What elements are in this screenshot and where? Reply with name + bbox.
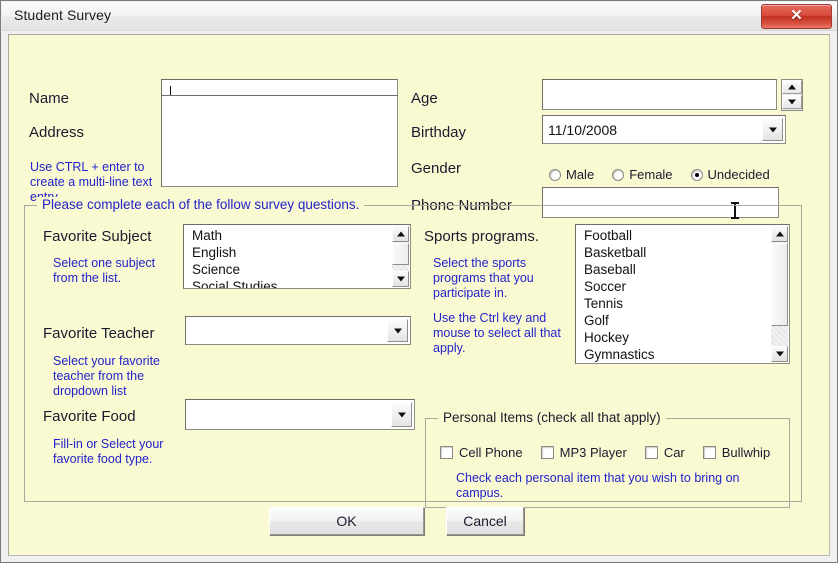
checkbox-label-mp3-player: MP3 Player bbox=[559, 445, 627, 461]
checkbox-label-car: Car bbox=[663, 445, 685, 461]
gender-label: Gender bbox=[411, 160, 462, 177]
favorite-teacher-hint: Select your favorite teacher from the dr… bbox=[53, 354, 160, 398]
ok-button-label: OK bbox=[336, 513, 357, 529]
triangle-down-icon bbox=[788, 99, 796, 105]
scroll-up-button[interactable] bbox=[771, 226, 788, 242]
favorite-food-combo[interactable] bbox=[185, 399, 415, 430]
personal-items-checkbox-row: Cell Phone MP3 Player Car Bullwhip bbox=[440, 444, 770, 462]
radio-label-female: Female bbox=[629, 167, 673, 183]
favorite-subject-scrollbar[interactable] bbox=[392, 226, 409, 287]
gender-option-undecided[interactable]: Undecided bbox=[690, 166, 788, 183]
favorite-subject-hint: Select one subject from the list. bbox=[53, 256, 156, 285]
scrollbar-thumb[interactable] bbox=[771, 243, 788, 326]
radio-label-undecided: Undecided bbox=[707, 167, 770, 183]
form-client-area: Name Address Use CTRL + enter to create … bbox=[8, 34, 830, 556]
title-bar: Student Survey ✕ bbox=[2, 2, 837, 31]
favorite-subject-label: Favorite Subject bbox=[43, 228, 152, 245]
checkbox-label-cell-phone: Cell Phone bbox=[459, 445, 523, 461]
gender-option-female[interactable]: Female bbox=[612, 166, 690, 183]
student-survey-window: Student Survey ✕ Name Address Use CTRL +… bbox=[0, 0, 838, 563]
personal-items-hint: Check each personal item that you wish t… bbox=[456, 471, 740, 500]
triangle-up-icon bbox=[788, 84, 796, 90]
gender-radio-group: Male Female Undecided bbox=[549, 166, 788, 184]
list-item[interactable]: Science bbox=[192, 261, 391, 278]
list-item[interactable]: Hockey bbox=[584, 329, 770, 346]
age-spinner[interactable] bbox=[781, 79, 803, 111]
age-label: Age bbox=[411, 90, 438, 107]
chevron-down-icon bbox=[397, 412, 406, 417]
list-item[interactable]: Baseball bbox=[584, 261, 770, 278]
survey-group-legend: Please complete each of the follow surve… bbox=[37, 197, 365, 212]
gender-option-male[interactable]: Male bbox=[549, 166, 612, 183]
list-item[interactable]: English bbox=[192, 244, 391, 261]
favorite-subject-listbox[interactable]: Math English Science Social Studies bbox=[183, 224, 411, 289]
list-item[interactable]: Tennis bbox=[584, 295, 770, 312]
triangle-down-icon bbox=[775, 351, 784, 357]
chevron-down-icon bbox=[768, 127, 777, 132]
birthday-label: Birthday bbox=[411, 124, 467, 141]
close-icon: ✕ bbox=[790, 7, 803, 24]
birthday-dropdown-button[interactable] bbox=[762, 118, 783, 141]
favorite-food-dropdown-button[interactable] bbox=[391, 402, 412, 427]
list-item[interactable]: Gymnastics bbox=[584, 346, 770, 363]
sports-scrollbar[interactable] bbox=[771, 226, 788, 362]
age-input[interactable] bbox=[542, 79, 777, 110]
list-item[interactable]: Math bbox=[192, 227, 391, 244]
list-item[interactable]: Soccer bbox=[584, 278, 770, 295]
radio-label-male: Male bbox=[566, 167, 595, 183]
checkbox-bullwhip[interactable] bbox=[702, 446, 716, 460]
spinner-down-button[interactable] bbox=[782, 95, 802, 109]
sports-listbox[interactable]: Football Basketball Baseball Soccer Tenn… bbox=[575, 224, 790, 364]
favorite-teacher-dropdown-button[interactable] bbox=[387, 319, 408, 342]
checkbox-car[interactable] bbox=[644, 446, 658, 460]
personal-items-legend: Personal Items (check all that apply) bbox=[438, 410, 666, 425]
list-item[interactable]: Football bbox=[584, 227, 770, 244]
address-textarea[interactable] bbox=[161, 95, 398, 187]
radio-undecided[interactable] bbox=[690, 168, 703, 181]
checkbox-cell-phone[interactable] bbox=[440, 446, 453, 460]
sports-label: Sports programs. bbox=[424, 228, 540, 245]
list-item[interactable]: Golf bbox=[584, 312, 770, 329]
checkbox-option-mp3-player[interactable]: MP3 Player bbox=[540, 444, 627, 461]
survey-group-box: Please complete each of the follow surve… bbox=[24, 197, 802, 508]
sports-hint-2: Use the Ctrl key and mouse to select all… bbox=[433, 311, 561, 355]
address-label: Address bbox=[29, 124, 85, 141]
list-item[interactable]: Social Studies bbox=[192, 278, 391, 288]
checkbox-label-bullwhip: Bullwhip bbox=[721, 445, 771, 461]
name-label: Name bbox=[29, 90, 70, 107]
favorite-subject-items: Math English Science Social Studies bbox=[184, 227, 391, 288]
cancel-button-label: Cancel bbox=[463, 513, 507, 529]
cancel-button[interactable]: Cancel bbox=[446, 507, 524, 535]
scroll-up-button[interactable] bbox=[392, 226, 409, 242]
radio-female[interactable] bbox=[612, 168, 625, 181]
checkbox-option-cell-phone[interactable]: Cell Phone bbox=[440, 444, 523, 461]
favorite-food-label: Favorite Food bbox=[43, 408, 136, 425]
triangle-up-icon bbox=[775, 231, 784, 237]
spinner-up-button[interactable] bbox=[782, 80, 802, 94]
sports-items: Football Basketball Baseball Soccer Tenn… bbox=[576, 227, 770, 363]
birthday-combo[interactable]: 11/10/2008 bbox=[542, 115, 786, 144]
chevron-down-icon bbox=[393, 328, 402, 333]
personal-items-group-box: Personal Items (check all that apply) Ce… bbox=[425, 410, 790, 508]
checkbox-mp3-player[interactable] bbox=[540, 446, 554, 460]
sports-hint-1: Select the sports programs that you part… bbox=[433, 256, 534, 300]
scrollbar-thumb[interactable] bbox=[392, 243, 409, 265]
window-title: Student Survey bbox=[14, 7, 112, 23]
ok-button[interactable]: OK bbox=[269, 507, 424, 535]
scroll-down-button[interactable] bbox=[392, 271, 409, 287]
close-button[interactable]: ✕ bbox=[761, 4, 832, 29]
scroll-down-button[interactable] bbox=[771, 346, 788, 362]
triangle-up-icon bbox=[396, 231, 405, 237]
list-item[interactable]: Basketball bbox=[584, 244, 770, 261]
favorite-teacher-label: Favorite Teacher bbox=[43, 325, 155, 342]
radio-male[interactable] bbox=[549, 168, 561, 181]
favorite-food-hint: Fill-in or Select your favorite food typ… bbox=[53, 437, 164, 466]
triangle-down-icon bbox=[396, 276, 405, 282]
checkbox-option-bullwhip[interactable]: Bullwhip bbox=[702, 444, 771, 461]
checkbox-option-car[interactable]: Car bbox=[644, 444, 685, 461]
favorite-teacher-combo[interactable] bbox=[185, 316, 411, 345]
birthday-value: 11/10/2008 bbox=[548, 121, 618, 138]
